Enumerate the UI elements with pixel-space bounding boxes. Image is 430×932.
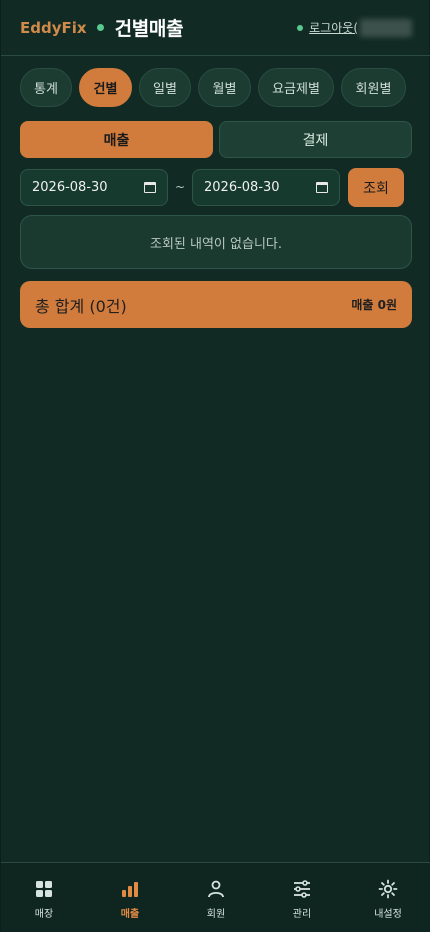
end-date-value: 2026-08-30 xyxy=(204,180,280,195)
tab-daily[interactable]: 일별 xyxy=(139,68,191,107)
calendar-icon[interactable] xyxy=(316,182,328,193)
total-summary-bar: 총 합계 (0건) 매출 0원 xyxy=(20,281,412,328)
sliders-icon xyxy=(294,880,310,898)
nav-label: 회원 xyxy=(206,909,226,920)
query-button[interactable]: 조회 xyxy=(348,168,404,207)
app-header: EddyFix 건별매출 로그아웃( xyxy=(1,0,430,56)
gear-icon xyxy=(378,879,398,899)
redacted-user-name xyxy=(360,18,412,37)
nav-item-members[interactable]: 회원 xyxy=(173,863,259,932)
tab-by-plan[interactable]: 요금제별 xyxy=(258,68,334,107)
total-count-label: 총 합계 (0건) xyxy=(35,296,127,316)
start-date-input[interactable]: 2026-08-30 xyxy=(20,169,168,206)
empty-result-message: 조회된 내역이 없습니다. xyxy=(20,215,412,269)
calendar-icon[interactable] xyxy=(144,182,156,193)
tab-stats[interactable]: 통계 xyxy=(20,68,72,107)
nav-item-sales[interactable]: 매출 xyxy=(87,863,173,932)
tab-by-member[interactable]: 회원별 xyxy=(341,68,406,107)
segment-sales[interactable]: 매출 xyxy=(20,121,213,158)
nav-label: 매장 xyxy=(34,909,54,920)
tab-per-transaction[interactable]: 건별 xyxy=(79,68,132,107)
start-date-value: 2026-08-30 xyxy=(32,180,108,195)
nav-item-manage[interactable]: 관리 xyxy=(259,863,345,932)
status-dot-icon xyxy=(96,24,104,31)
page-title: 건별매출 xyxy=(114,18,184,40)
header-actions: 로그아웃( xyxy=(297,18,412,37)
nav-item-store[interactable]: 매장 xyxy=(1,863,87,932)
end-date-input[interactable]: 2026-08-30 xyxy=(192,169,340,206)
brand-logo: EddyFix xyxy=(20,18,87,37)
sales-total-value: 매출 0원 xyxy=(351,298,397,312)
tab-monthly[interactable]: 월별 xyxy=(198,68,251,107)
online-dot-icon xyxy=(297,24,304,31)
grid-icon xyxy=(36,881,52,897)
nav-label: 매출 xyxy=(120,909,140,920)
segment-payment[interactable]: 결제 xyxy=(219,121,412,158)
user-icon xyxy=(208,880,224,898)
nav-label: 관리 xyxy=(292,909,312,920)
app-frame: EddyFix 건별매출 로그아웃( 통계 건별 일별 월별 요금제별 회원별 … xyxy=(0,0,430,932)
nav-item-my-settings[interactable]: 내설정 xyxy=(345,863,430,932)
logout-link[interactable]: 로그아웃( xyxy=(309,19,358,36)
date-range-separator: ~ xyxy=(175,180,186,194)
nav-label: 내설정 xyxy=(374,909,402,920)
bar-chart-icon xyxy=(122,882,138,897)
bottom-navigation: 매장 매출 회원 관리 내설정 xyxy=(1,862,430,932)
report-tabs: 통계 건별 일별 월별 요금제별 회원별 xyxy=(20,68,413,107)
